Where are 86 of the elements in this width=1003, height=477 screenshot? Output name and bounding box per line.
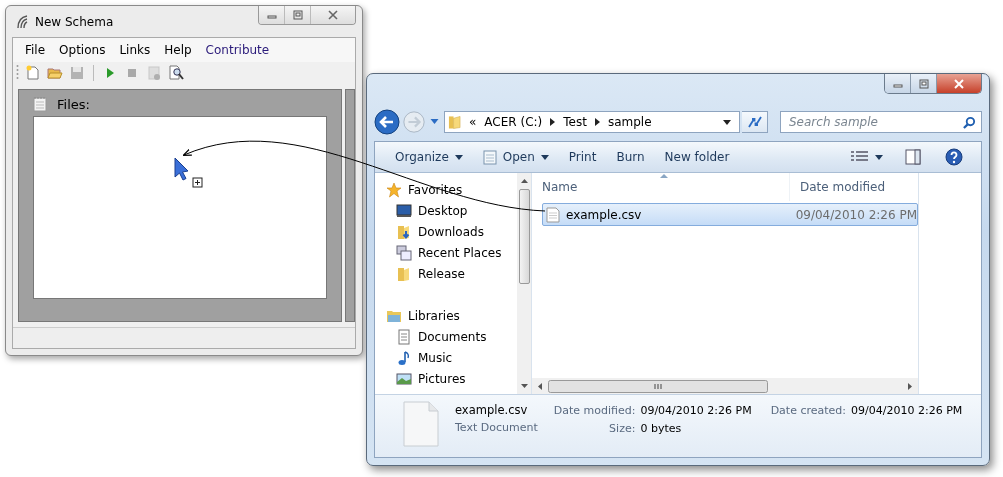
property-value: 0 bytes — [640, 422, 683, 435]
music-note-icon[interactable] — [396, 349, 412, 366]
monitor-icon[interactable] — [396, 202, 412, 219]
download-folder-icon[interactable] — [396, 223, 412, 240]
picture-icon[interactable] — [396, 370, 412, 387]
new-file-icon[interactable] — [25, 65, 41, 81]
maximize-button[interactable] — [285, 6, 311, 24]
command-button[interactable]: Open — [474, 145, 557, 169]
column-header[interactable]: Date modified — [790, 173, 886, 201]
sidebar-item[interactable]: Desktop — [418, 203, 468, 218]
scroll-up-arrow-icon[interactable] — [520, 179, 528, 183]
horizontal-scrollbar[interactable] — [532, 378, 918, 394]
command-button[interactable]: Print — [560, 145, 605, 169]
close-icon[interactable] — [328, 10, 338, 20]
sidebar-item[interactable]: Pictures — [418, 371, 466, 386]
chevron-icon[interactable] — [594, 118, 600, 126]
preview-pane-icon[interactable] — [905, 149, 921, 165]
folder-icon — [448, 114, 461, 130]
list-view-icon[interactable] — [851, 151, 869, 163]
caret-icon[interactable] — [875, 154, 883, 160]
maximize-button[interactable] — [911, 74, 937, 93]
address-bar[interactable]: « ACER (C:) Test sample — [444, 111, 740, 133]
file-name: example.csv — [566, 207, 643, 222]
scroll-down-arrow-icon[interactable] — [520, 384, 528, 388]
files-drop-area[interactable] — [33, 116, 327, 299]
notepad-icon — [33, 96, 47, 112]
document-icon — [403, 401, 439, 447]
drag-cursor-icon — [174, 157, 203, 188]
file-type: Text Document — [455, 421, 538, 434]
file-date: 09/04/2010 2:26 PM — [795, 207, 917, 222]
star-icon[interactable] — [386, 181, 402, 198]
maximize-icon[interactable] — [918, 78, 929, 89]
scroll-thumb[interactable] — [548, 379, 768, 393]
command-button[interactable]: New folder — [656, 145, 738, 169]
search-icon[interactable] — [963, 116, 976, 129]
breadcrumb-item[interactable]: Test — [563, 115, 587, 129]
menu-item[interactable]: Links — [113, 43, 157, 57]
back-button-icon[interactable] — [374, 109, 400, 135]
command-button[interactable]: Organize — [387, 145, 471, 169]
maximize-icon[interactable] — [292, 10, 303, 20]
menu-item[interactable]: File — [19, 43, 52, 57]
vertical-scrollbar[interactable] — [517, 173, 531, 394]
menu-item[interactable]: Options — [53, 43, 112, 57]
chevron-icon[interactable] — [550, 118, 556, 126]
close-button[interactable] — [311, 6, 355, 24]
sidebar-item[interactable]: Recent Places — [418, 245, 502, 260]
file-name: example.csv — [455, 403, 529, 417]
breadcrumb-item[interactable]: ACER (C:) — [484, 115, 543, 129]
text-file-icon — [546, 206, 560, 223]
refresh-button[interactable] — [742, 111, 768, 133]
window-title: New Schema — [35, 14, 114, 29]
breadcrumb-item[interactable]: sample — [607, 115, 652, 129]
file-row[interactable]: example.csv 09/04/2010 2:26 PM — [542, 203, 918, 226]
search-field[interactable]: Search sample — [780, 111, 982, 133]
command-button[interactable]: Burn — [608, 145, 653, 169]
sidebar-item[interactable]: Release — [418, 266, 465, 281]
minimize-button[interactable] — [885, 74, 911, 93]
property-label: Size: — [608, 422, 636, 435]
minimize-button[interactable] — [259, 6, 285, 24]
toolbar-grip-icon — [16, 64, 19, 82]
caret-icon[interactable] — [454, 154, 463, 160]
caret-icon[interactable] — [540, 154, 549, 160]
breadcrumb-item[interactable]: « — [469, 115, 477, 129]
scroll-right-arrow-icon[interactable] — [908, 382, 912, 390]
caret-icon[interactable] — [723, 119, 731, 125]
files-label: Files: — [57, 96, 90, 112]
property-label: Date created: — [770, 404, 847, 417]
dropdown-arrow-icon[interactable] — [430, 119, 439, 125]
menu-item[interactable]: Contribute — [199, 43, 276, 57]
recent-places-icon[interactable] — [396, 244, 412, 261]
magnifier-icon[interactable] — [168, 65, 184, 81]
refresh-icon[interactable] — [746, 115, 763, 129]
menu-item[interactable]: Help — [158, 43, 198, 57]
app-logo-icon — [15, 14, 29, 29]
help-icon[interactable] — [945, 148, 963, 166]
sidebar-item[interactable]: Documents — [418, 329, 487, 344]
property-value: 09/04/2010 2:26 PM — [851, 404, 963, 417]
sidebar-item[interactable]: Downloads — [418, 224, 484, 239]
open-folder-icon[interactable] — [47, 65, 63, 81]
property-label: Date modified: — [553, 404, 636, 417]
property-value: 09/04/2010 2:26 PM — [640, 404, 752, 417]
close-button[interactable] — [937, 74, 981, 93]
sidebar-group[interactable]: Libraries — [408, 308, 460, 323]
scroll-left-arrow-icon[interactable] — [538, 382, 542, 390]
sort-arrow-icon — [660, 174, 668, 178]
sidebar-item[interactable]: Music — [418, 350, 453, 365]
